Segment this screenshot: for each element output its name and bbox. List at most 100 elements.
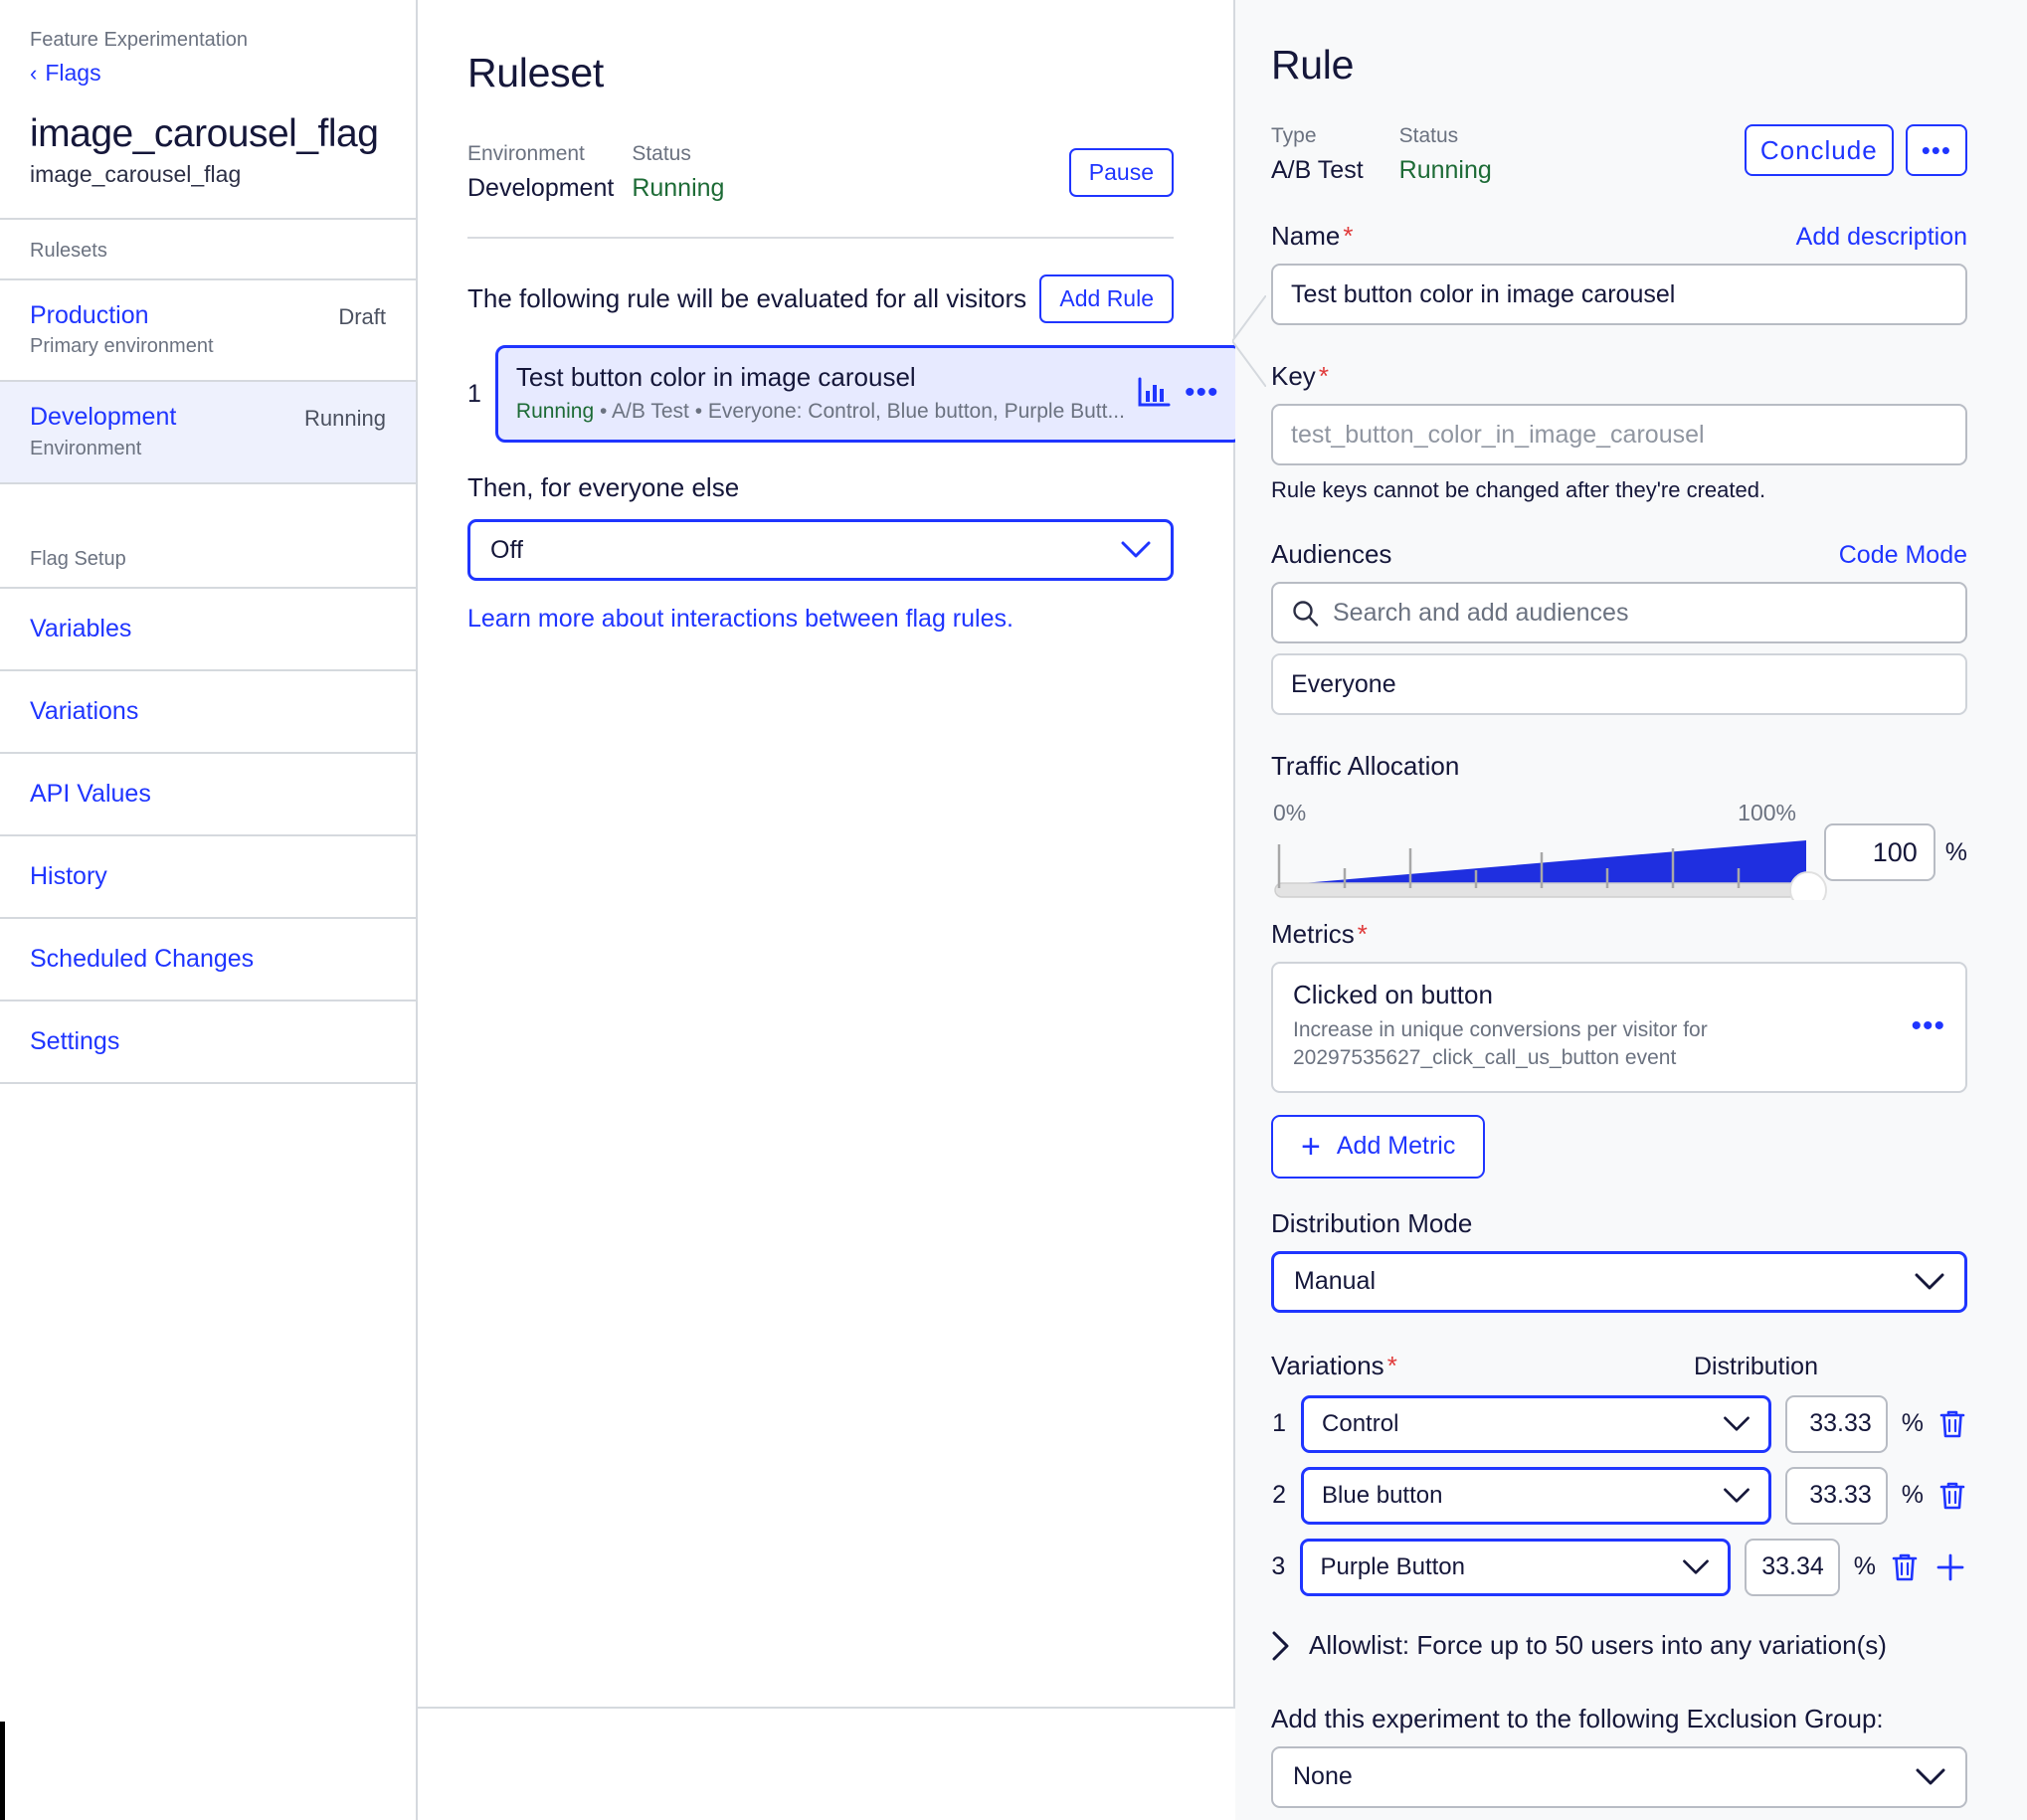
delete-variation-icon[interactable]	[1937, 1408, 1967, 1440]
audience-chip-everyone[interactable]: Everyone	[1271, 653, 1967, 715]
variation-row: 1 Control 33.33 %	[1271, 1394, 1967, 1453]
pause-button[interactable]: Pause	[1068, 148, 1174, 197]
ruleset-title: Ruleset	[467, 50, 604, 95]
traffic-allocation-input[interactable]: 100	[1823, 823, 1935, 881]
variation-name: Blue button	[1322, 1481, 1443, 1509]
chevron-down-icon	[1915, 1273, 1944, 1291]
environment-value: Development	[467, 174, 615, 202]
sidebar-item-history[interactable]: History	[0, 833, 416, 917]
exclusion-group-value: None	[1293, 1762, 1353, 1791]
variation-index: 3	[1271, 1552, 1286, 1581]
conclude-button[interactable]: Conclude	[1744, 124, 1894, 176]
fallback-select[interactable]: Off	[467, 519, 1174, 581]
rule-card-title: Test button color in image carousel	[515, 362, 916, 392]
delete-variation-icon[interactable]	[1937, 1480, 1967, 1512]
code-mode-link[interactable]: Code Mode	[1839, 541, 1967, 570]
required-asterisk: *	[1318, 361, 1329, 391]
rules-header: The following rule will be evaluated for…	[467, 274, 1174, 323]
rule-card-subtitle: Running • A/B Test • Everyone: Control, …	[516, 400, 1125, 424]
sidebar-item-development[interactable]: Development Environment Running	[0, 380, 416, 482]
rule-card-actions: •••	[1137, 377, 1219, 409]
sidebar-item-production[interactable]: Production Primary environment Draft	[0, 278, 416, 380]
rule-list: 1 Test button color in image carousel Ru…	[467, 345, 1242, 443]
key-field-block: Key * test_button_color_in_image_carousel…	[1271, 361, 1967, 503]
traffic-allocation-label: Traffic Allocation	[1271, 751, 1460, 781]
add-variation-icon[interactable]	[1934, 1550, 1967, 1584]
rule-type: A/B Test	[612, 400, 689, 423]
traffic-allocation-block: Traffic Allocation 0% 100% 100 %	[1271, 751, 1967, 900]
sidebar-item-settings[interactable]: Settings	[0, 999, 416, 1084]
traffic-allocation-value-row: 100 %	[1823, 823, 1967, 881]
variation-select[interactable]: Purple Button	[1299, 1538, 1731, 1596]
variation-row: 2 Blue button 33.33 %	[1271, 1466, 1967, 1525]
allowlist-toggle[interactable]: Allowlist: Force up to 50 users into any…	[1271, 1630, 1967, 1662]
page-scrollbar[interactable]	[0, 1722, 5, 1820]
required-asterisk: *	[1386, 1350, 1397, 1380]
fallback-value: Off	[490, 535, 523, 564]
rule-card-content: Test button color in image carousel Runn…	[516, 362, 1125, 424]
plus-icon: +	[1301, 1127, 1321, 1166]
metric-item[interactable]: Clicked on button Increase in unique con…	[1271, 962, 1967, 1093]
chevron-left-icon: ‹	[30, 60, 38, 86]
sidebar-item-variations[interactable]: Variations	[0, 668, 416, 752]
metrics-label: Metrics *	[1271, 919, 1967, 950]
status-label: Status	[632, 142, 691, 165]
ruleset-desc: Environment	[30, 437, 142, 459]
name-label: Name *	[1271, 221, 1353, 252]
search-icon	[1291, 599, 1319, 627]
learn-more-link[interactable]: Learn more about interactions between fl…	[467, 605, 1174, 634]
sidebar-item-scheduled-changes[interactable]: Scheduled Changes	[0, 916, 416, 1000]
audience-search-input[interactable]: Search and add audiences	[1271, 582, 1967, 643]
variations-label-text: Variations	[1271, 1350, 1384, 1380]
name-input[interactable]: Test button color in image carousel	[1271, 264, 1967, 325]
back-to-flags-link[interactable]: ‹ Flags	[30, 60, 386, 87]
variation-distribution-input[interactable]: 33.33	[1785, 1394, 1888, 1453]
add-description-link[interactable]: Add description	[1796, 223, 1967, 252]
flag-key-text: image_carousel_flag	[30, 161, 242, 187]
percent-symbol: %	[1901, 1481, 1924, 1510]
distribution-mode-select[interactable]: Manual	[1271, 1250, 1967, 1313]
rule-status: Running	[515, 400, 595, 423]
traffic-slider[interactable]	[1271, 830, 1828, 900]
chevron-down-icon	[1682, 1559, 1710, 1575]
metric-content: Clicked on button Increase in unique con…	[1293, 980, 1911, 1073]
add-rule-button[interactable]: Add Rule	[1039, 274, 1174, 323]
slider-end-labels: 0% 100%	[1271, 800, 1816, 826]
app-root: Feature Experimentation ‹ Flags image_ca…	[0, 0, 2027, 1820]
exclusion-group-label: Add this experiment to the following Exc…	[1271, 1703, 1884, 1733]
sidebar-header: Feature Experimentation ‹ Flags image_ca…	[0, 0, 416, 218]
name-label-text: Name	[1271, 221, 1341, 251]
add-metric-label: Add Metric	[1336, 1132, 1456, 1161]
variation-select[interactable]: Blue button	[1301, 1466, 1772, 1525]
delete-variation-icon[interactable]	[1890, 1551, 1920, 1583]
bar-chart-icon[interactable]	[1137, 377, 1171, 409]
chevron-down-icon	[1916, 1768, 1945, 1786]
sidebar-item-api-values[interactable]: API Values	[0, 751, 416, 834]
rule-status-field: Status Running	[1399, 124, 1492, 185]
metrics-label-text: Metrics	[1271, 919, 1355, 949]
rules-intro-text: The following rule will be evaluated for…	[467, 283, 1027, 313]
environment-field: Environment Development	[467, 142, 614, 203]
rule-detail-panel: Rule Type A/B Test Status Running Conclu…	[1235, 0, 2027, 1820]
ruleset-panel: Ruleset Environment Development Status R…	[418, 0, 1266, 1709]
rule-more-button[interactable]: •••	[1905, 124, 1967, 176]
variation-distribution-input[interactable]: 33.33	[1785, 1466, 1888, 1525]
rule-panel-title: Rule	[1271, 42, 1355, 88]
fallback-label: Then, for everyone else	[467, 472, 740, 502]
add-metric-button[interactable]: + Add Metric	[1271, 1114, 1486, 1179]
metrics-block: Metrics * Clicked on button Increase in u…	[1271, 919, 1967, 1179]
rule-audience-summary: Everyone: Control, Blue button, Purple B…	[707, 400, 1125, 423]
variation-name: Purple Button	[1320, 1552, 1465, 1580]
variation-distribution-input[interactable]: 33.34	[1744, 1538, 1840, 1596]
distribution-mode-label: Distribution Mode	[1271, 1207, 1473, 1238]
variations-label: Variations *	[1271, 1351, 1397, 1381]
variation-select[interactable]: Control	[1301, 1394, 1772, 1453]
key-input[interactable]: test_button_color_in_image_carousel	[1271, 404, 1967, 465]
ellipsis-icon[interactable]: •••	[1911, 1010, 1945, 1041]
ellipsis-icon[interactable]: •••	[1185, 378, 1219, 408]
rule-card[interactable]: Test button color in image carousel Runn…	[494, 345, 1242, 443]
sidebar-item-variables[interactable]: Variables	[0, 586, 416, 669]
separator: •	[694, 400, 703, 423]
name-field-head: Name * Add description	[1271, 221, 1967, 252]
exclusion-group-select[interactable]: None	[1271, 1745, 1967, 1808]
